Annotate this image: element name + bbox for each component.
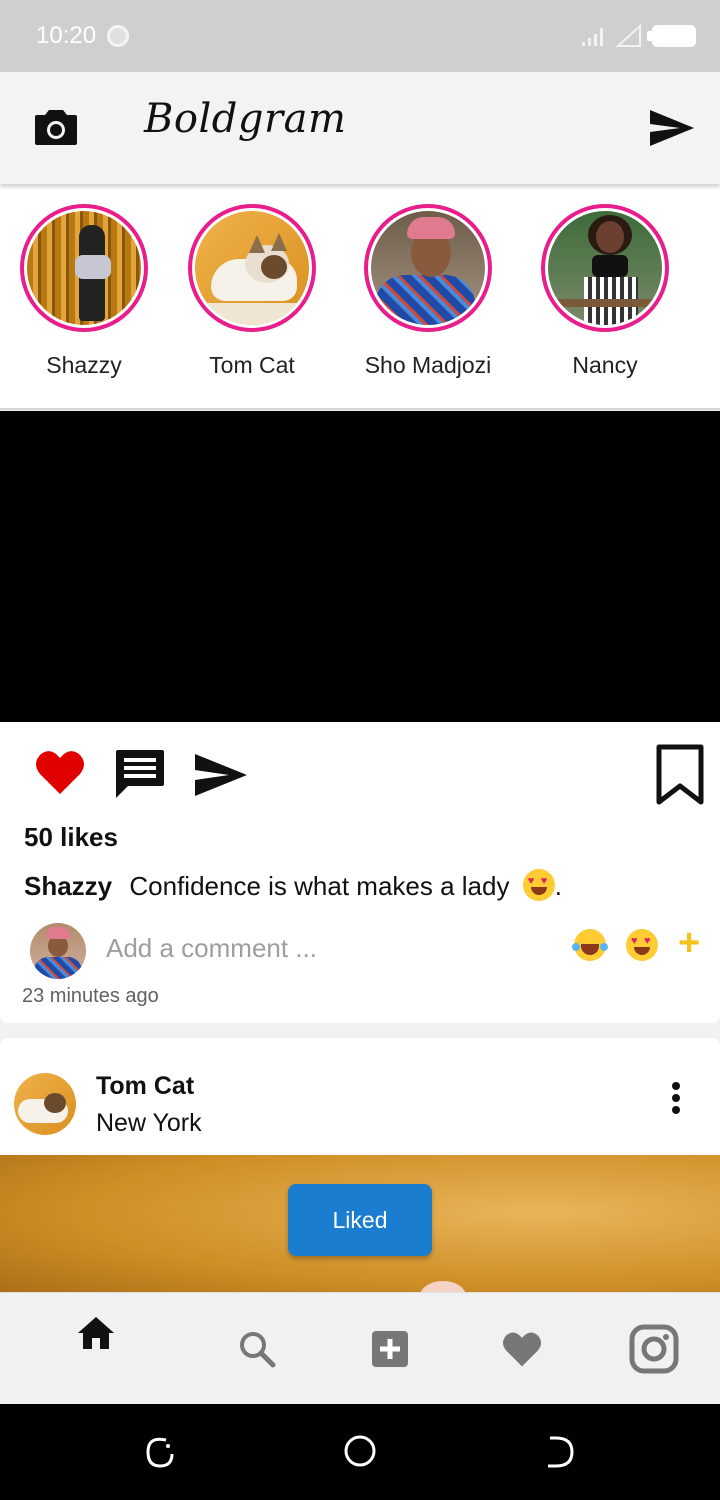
post-location[interactable]: New York	[96, 1109, 202, 1138]
story-nancy[interactable]: Nancy	[520, 204, 690, 379]
story-avatar	[548, 211, 662, 325]
add-icon	[372, 1331, 408, 1367]
heart-filled-icon[interactable]	[34, 748, 86, 796]
liked-toast: Liked	[288, 1184, 432, 1256]
story-name: Tom Cat	[209, 352, 295, 378]
story-avatar	[371, 211, 485, 325]
story-ring	[20, 204, 148, 332]
story-name: Sho Madjozi	[364, 352, 492, 378]
likes-count[interactable]: 50 likes	[24, 822, 118, 853]
story-sho-madjozi[interactable]: Sho Madjozi	[343, 204, 513, 379]
home-icon	[78, 1317, 114, 1349]
add-emoji-icon[interactable]: +	[678, 921, 700, 965]
bookmark-icon[interactable]	[656, 744, 704, 806]
story-ring	[364, 204, 492, 332]
post-card: Tom Cat New York	[0, 1038, 720, 1298]
post-media[interactable]	[0, 411, 720, 722]
share-icon[interactable]	[193, 752, 249, 798]
nav-activity[interactable]	[472, 1293, 572, 1405]
caption-end: .	[554, 871, 562, 901]
recent-apps-icon[interactable]	[144, 1434, 176, 1470]
post-card: 50 likes Shazzy Confidence is what makes…	[0, 411, 720, 1023]
story-avatar	[195, 211, 309, 325]
battery-icon	[647, 25, 696, 47]
post-timestamp: 23 minutes ago	[22, 985, 159, 1007]
back-icon[interactable]	[544, 1434, 576, 1470]
post-caption: Shazzy Confidence is what makes a lady ♥…	[24, 869, 562, 902]
bottom-navigation	[0, 1292, 720, 1404]
story-name: Nancy	[572, 352, 638, 378]
author-avatar[interactable]	[14, 1073, 76, 1135]
post-actions	[0, 722, 720, 822]
story-ring	[541, 204, 669, 332]
current-user-avatar	[30, 923, 86, 979]
story-name: Shazzy	[46, 352, 122, 378]
story-shazzy[interactable]: Shazzy	[0, 204, 169, 379]
app-logo: Boldgram	[144, 96, 347, 142]
camera-icon[interactable]	[35, 108, 77, 146]
more-options-icon[interactable]	[664, 1082, 688, 1122]
system-navigation-bar	[0, 1404, 720, 1500]
heart-eyes-emoji-icon: ♥ ♥	[522, 869, 555, 901]
story-ring	[188, 204, 316, 332]
laughing-emoji-icon[interactable]	[572, 929, 608, 961]
stories-row: Shazzy Tom Cat Sho Madjozi Nancy	[0, 184, 720, 410]
instagram-icon	[629, 1324, 679, 1374]
caption-author[interactable]: Shazzy	[24, 871, 112, 901]
caption-text: Confidence is what makes a lady	[129, 871, 510, 901]
search-icon	[240, 1332, 276, 1368]
nav-home[interactable]	[46, 1293, 146, 1405]
heart-eyes-emoji-icon[interactable]: ♥ ♥	[626, 929, 658, 961]
status-bar: 10:20	[0, 0, 720, 72]
status-time: 10:20	[36, 22, 97, 49]
signal-icon	[582, 24, 641, 47]
send-icon[interactable]	[648, 108, 694, 148]
comment-icon[interactable]	[114, 748, 166, 800]
nav-search[interactable]	[207, 1293, 307, 1405]
story-avatar	[27, 211, 141, 325]
home-button-icon[interactable]	[343, 1434, 377, 1468]
heart-icon	[503, 1332, 541, 1367]
screen: 10:20 Boldgram Shazzy Tom Cat Sho Madjoz…	[0, 0, 720, 1500]
nav-add[interactable]	[340, 1293, 440, 1405]
nav-profile[interactable]	[604, 1293, 704, 1405]
app-header: Boldgram	[0, 72, 720, 184]
notification-dot-icon	[107, 25, 129, 47]
post-author[interactable]: Tom Cat	[96, 1072, 194, 1101]
add-comment-row: Add a comment ... ♥ ♥ +	[0, 921, 720, 983]
comment-input[interactable]: Add a comment ...	[106, 933, 317, 964]
story-tom-cat[interactable]: Tom Cat	[167, 204, 337, 379]
